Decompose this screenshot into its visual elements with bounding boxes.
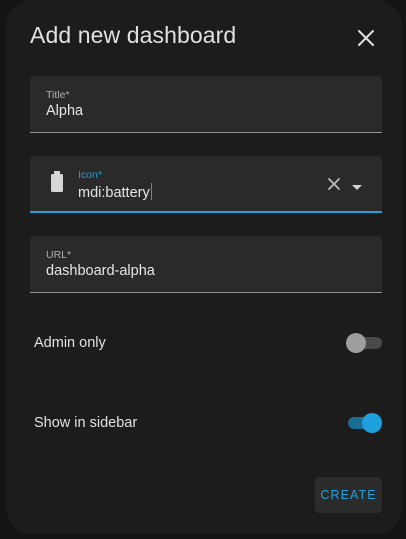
- icon-field[interactable]: Icon* mdi:battery: [30, 156, 382, 213]
- admin-only-label: Admin only: [34, 335, 106, 351]
- add-dashboard-dialog: Add new dashboard Title* Alpha Icon* mdi…: [6, 0, 402, 534]
- icon-field-value: mdi:battery: [78, 185, 150, 201]
- title-field-value[interactable]: Alpha: [46, 103, 83, 119]
- switch-thumb: [346, 333, 366, 353]
- admin-only-row: Admin only: [34, 332, 382, 356]
- show-in-sidebar-label: Show in sidebar: [34, 415, 138, 431]
- switch-thumb: [362, 413, 382, 433]
- icon-field-value-wrap[interactable]: mdi:battery: [78, 183, 152, 201]
- clear-button[interactable]: [326, 176, 342, 192]
- title-field[interactable]: Title* Alpha: [30, 76, 382, 133]
- show-in-sidebar-row: Show in sidebar: [34, 412, 382, 436]
- icon-field-label: Icon*: [78, 169, 102, 181]
- close-icon: [358, 30, 374, 46]
- admin-only-switch[interactable]: [346, 333, 382, 353]
- create-button[interactable]: CREATE: [315, 477, 382, 513]
- text-caret: [150, 183, 152, 200]
- dropdown-button[interactable]: [350, 180, 364, 190]
- url-field[interactable]: URL* dashboard-alpha: [30, 236, 382, 293]
- chevron-down-icon: [352, 185, 362, 190]
- title-field-label: Title*: [46, 89, 70, 101]
- clear-icon: [328, 178, 340, 190]
- dialog-title: Add new dashboard: [30, 22, 237, 48]
- close-button[interactable]: [352, 24, 380, 52]
- battery-icon: [48, 170, 66, 194]
- show-in-sidebar-switch[interactable]: [346, 413, 382, 433]
- url-field-value[interactable]: dashboard-alpha: [46, 263, 155, 279]
- url-field-label: URL*: [46, 249, 72, 261]
